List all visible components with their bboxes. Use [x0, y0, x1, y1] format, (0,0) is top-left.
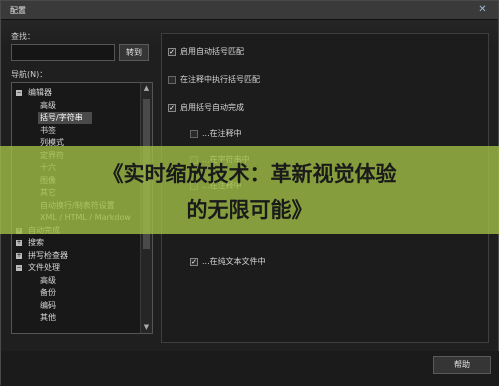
nav-item[interactable]: − 文件处理: [12, 262, 140, 274]
help-button[interactable]: 帮助: [433, 356, 491, 374]
nav-item-label: 编辑器: [28, 88, 52, 97]
checkbox[interactable]: [168, 76, 176, 84]
nav-item[interactable]: 编码: [12, 300, 140, 312]
search-label: 查找：: [11, 32, 35, 41]
nav-item[interactable]: 括号/字符串: [38, 112, 92, 124]
check-icon: ✓: [169, 104, 175, 112]
button-bar: [1, 351, 499, 386]
banner-line-2: 的无限可能》: [186, 198, 313, 222]
title-bar: 配置 ✕: [1, 1, 498, 20]
nav-item[interactable]: + 拼写检查器: [12, 250, 140, 262]
nav-item[interactable]: 备份: [12, 287, 140, 299]
nav-item[interactable]: 其他: [12, 312, 140, 324]
nav-item-label: 其他: [40, 313, 56, 322]
nav-item-label: 搜索: [28, 238, 44, 247]
nav-item-label: 高级: [40, 275, 56, 285]
option-label: 在注释中执行括号匹配: [180, 75, 260, 84]
search-input[interactable]: [11, 44, 115, 61]
nav-item[interactable]: 高级: [12, 100, 140, 112]
nav-item[interactable]: − 编辑器: [12, 87, 140, 99]
nav-item-label: 编码: [40, 300, 56, 310]
nav-item[interactable]: + 搜索: [12, 237, 140, 249]
nav-item-label: 高级: [40, 100, 56, 110]
nav-label: 导航(N)：: [11, 70, 48, 79]
nav-item[interactable]: 书签: [12, 125, 140, 137]
nav-item-label: 文件处理: [28, 263, 60, 272]
tree-expander-icon[interactable]: −: [16, 265, 22, 271]
goto-button[interactable]: 转到: [119, 44, 149, 61]
checkbox[interactable]: ✓: [190, 258, 198, 266]
close-icon[interactable]: ✕: [477, 4, 488, 15]
check-icon: ✓: [191, 258, 197, 266]
nav-item-label: 拼写检查器: [28, 250, 68, 260]
checkbox[interactable]: [190, 130, 198, 138]
tree-expander-icon[interactable]: −: [16, 90, 22, 96]
nav-item-label: 备份: [40, 288, 56, 297]
nav-item[interactable]: 高级: [12, 275, 140, 287]
option-label: ...在纯文本文件中: [202, 257, 266, 266]
option-label: ...在注释中: [202, 129, 242, 138]
scroll-up-icon[interactable]: ▲: [141, 83, 152, 94]
checkbox[interactable]: ✓: [168, 104, 176, 112]
tree-expander-icon[interactable]: +: [16, 252, 22, 259]
check-icon: ✓: [169, 48, 175, 56]
option-label: 启用括号自动完成: [180, 103, 244, 112]
banner-line-1: 《实时缩放技术：革新视觉体验: [102, 162, 397, 186]
tree-expander-icon[interactable]: +: [16, 240, 22, 246]
window-title: 配置: [10, 6, 26, 15]
nav-item-label: 书签: [40, 125, 56, 135]
option-label: 启用自动括号匹配: [180, 47, 244, 56]
overlay-banner: 《实时缩放技术：革新视觉体验 的无限可能》: [0, 146, 499, 234]
nav-item-label: 括号/字符串: [40, 113, 83, 122]
checkbox[interactable]: ✓: [168, 48, 176, 56]
scroll-down-icon[interactable]: ▼: [141, 322, 152, 333]
